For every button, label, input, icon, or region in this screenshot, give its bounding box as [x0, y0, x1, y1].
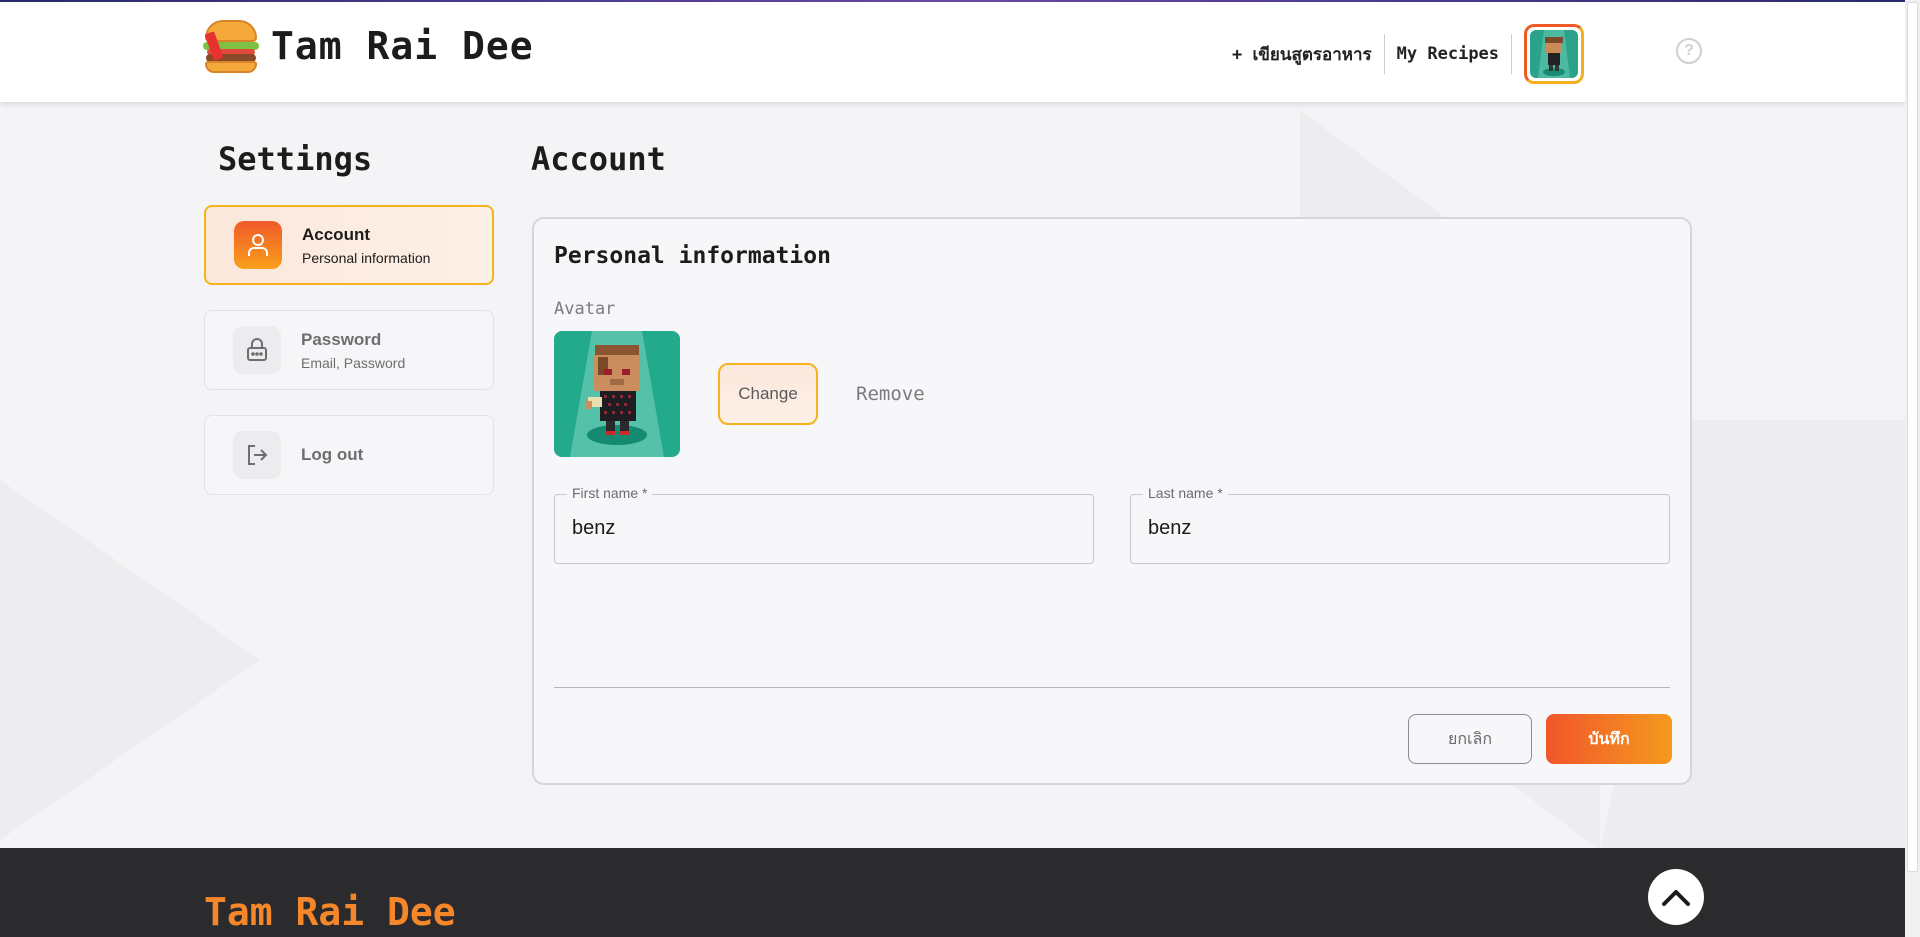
avatar [1530, 30, 1579, 78]
first-name-field[interactable]: First name * benz [554, 485, 1094, 564]
top-header: Tam Rai Dee + เขียนสูตรอาหาร My Recipes [0, 2, 1905, 102]
sidebar-item-logout[interactable]: Log out [204, 415, 494, 495]
burger-logo-icon [203, 18, 259, 74]
user-icon [234, 221, 282, 269]
sidebar-item-label: Password [301, 329, 382, 349]
scroll-to-top-button[interactable] [1648, 869, 1704, 925]
footer-brand: Tam Rai Dee [204, 890, 456, 934]
form-divider [554, 687, 1670, 688]
remove-avatar-button[interactable]: Remove [856, 383, 925, 405]
footer: Tam Rai Dee [0, 848, 1905, 937]
sidebar-item-account[interactable]: Account Personal information [204, 205, 494, 285]
header-nav: + เขียนสูตรอาหาร My Recipes [1220, 24, 1905, 84]
last-name-input[interactable]: benz [1148, 517, 1191, 540]
last-name-field[interactable]: Last name * benz [1130, 485, 1670, 564]
lock-icon [233, 326, 281, 374]
sidebar-item-subtitle: Personal information [302, 249, 431, 266]
save-button[interactable]: บันทึก [1546, 714, 1672, 764]
first-name-input[interactable]: benz [572, 517, 615, 540]
avatar-image [554, 331, 680, 457]
background-shape [0, 480, 260, 840]
page-scrollbar[interactable] [1905, 0, 1920, 937]
sidebar-item-label: Account [302, 224, 370, 244]
brand-logo[interactable]: Tam Rai Dee [203, 18, 534, 74]
first-name-label: First name * [567, 485, 653, 501]
chevron-up-icon [1662, 890, 1690, 906]
write-recipe-link[interactable]: + เขียนสูตรอาหาร [1220, 34, 1384, 74]
profile-avatar-button[interactable] [1524, 24, 1585, 84]
change-avatar-button[interactable]: Change [718, 363, 818, 425]
logout-icon [233, 431, 281, 479]
avatar-label: Avatar [554, 299, 616, 319]
app-name: Tam Rai Dee [271, 24, 534, 68]
settings-title: Settings [218, 140, 373, 178]
personal-info-panel: Personal information Avatar Change Remov… [532, 217, 1692, 785]
my-recipes-link[interactable]: My Recipes [1385, 34, 1511, 74]
sidebar-item-label: Log out [301, 445, 364, 464]
panel-title: Personal information [554, 243, 831, 269]
last-name-label: Last name * [1143, 485, 1228, 501]
cancel-button[interactable]: ยกเลิก [1408, 714, 1532, 764]
sidebar-item-password[interactable]: Password Email, Password [204, 310, 494, 390]
sidebar-item-subtitle: Email, Password [301, 354, 406, 371]
help-icon[interactable]: ? [1676, 38, 1702, 64]
nav-divider [1511, 34, 1513, 74]
scrollbar-thumb[interactable] [1907, 2, 1918, 872]
page-title: Account [531, 140, 666, 178]
